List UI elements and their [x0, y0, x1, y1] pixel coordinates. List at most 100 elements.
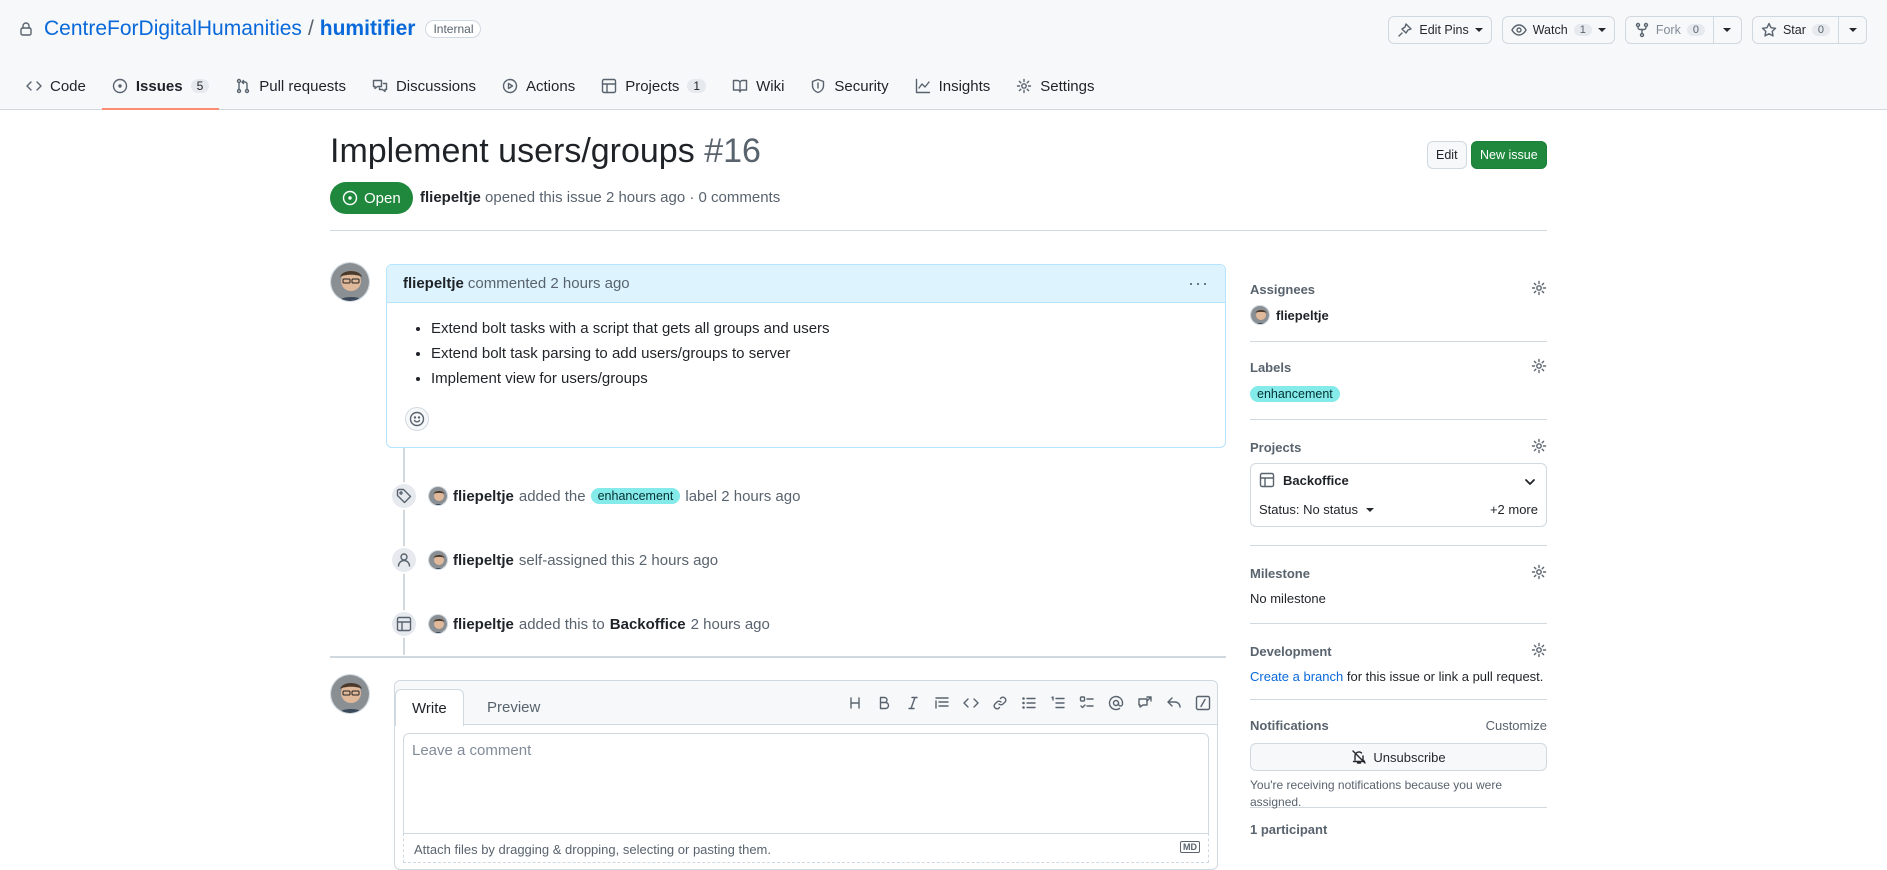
markdown-icon[interactable]: MD [1180, 841, 1200, 853]
project-status: Status: No status [1259, 502, 1358, 517]
tab-label: Pull requests [259, 77, 346, 95]
tab-actions[interactable]: Actions [492, 68, 585, 104]
timeline-badge [390, 610, 418, 638]
heading-icon[interactable] [845, 693, 865, 713]
italic-icon[interactable] [903, 693, 923, 713]
unordered-list-icon[interactable] [1019, 693, 1039, 713]
watch-count: 1 [1573, 24, 1592, 36]
tasklist-icon[interactable] [1077, 693, 1097, 713]
kebab-horizontal-icon[interactable]: ··· [1188, 273, 1209, 294]
tab-code[interactable]: Code [16, 68, 96, 104]
project-name-link[interactable]: Backoffice [1259, 472, 1538, 488]
attach-files-area[interactable]: Attach files by dragging & dropping, sel… [403, 833, 1209, 863]
graph-icon [915, 78, 931, 94]
timeline-event-labeled: fliepeltje added the enhancement label 2… [390, 482, 800, 510]
issue-author-link[interactable]: fliepeltje [420, 189, 481, 206]
assignee[interactable]: fliepeltje [1250, 305, 1547, 325]
avatar[interactable] [330, 262, 370, 302]
repo-actions: Edit Pins Watch 1 Fork 0 Star 0 [1388, 16, 1867, 44]
link-icon[interactable] [990, 693, 1010, 713]
fork-dropdown[interactable] [1712, 17, 1741, 43]
gear-icon [1016, 78, 1032, 94]
project-more-fields[interactable]: +2 more [1490, 502, 1538, 517]
avatar[interactable] [428, 614, 448, 634]
project-link[interactable]: Backoffice [610, 616, 686, 633]
pin-icon [1397, 22, 1413, 38]
new-issue-button[interactable]: New issue [1471, 141, 1547, 169]
tab-wiki[interactable]: Wiki [722, 68, 794, 104]
label-enhancement[interactable]: enhancement [1250, 386, 1340, 402]
gear-icon[interactable] [1531, 564, 1547, 580]
fork-button[interactable]: Fork 0 [1624, 16, 1742, 44]
actor-link[interactable]: fliepeltje [453, 552, 514, 569]
watch-button[interactable]: Watch 1 [1501, 16, 1615, 44]
add-reaction-button[interactable] [405, 407, 429, 431]
label-enhancement[interactable]: enhancement [590, 488, 681, 504]
ordered-list-icon[interactable] [1048, 693, 1068, 713]
edit-issue-button[interactable]: Edit [1427, 141, 1467, 169]
create-branch-link[interactable]: Create a branch [1250, 669, 1343, 684]
tab-settings[interactable]: Settings [1006, 68, 1104, 104]
issue-comment: fliepeltje commented 2 hours ago ··· Ext… [386, 264, 1226, 448]
code-icon [26, 78, 42, 94]
bold-icon[interactable] [874, 693, 894, 713]
actor-link[interactable]: fliepeltje [453, 488, 514, 505]
tab-discussions[interactable]: Discussions [362, 68, 486, 104]
avatar[interactable] [428, 486, 448, 506]
mention-icon[interactable] [1106, 693, 1126, 713]
gear-icon[interactable] [1531, 280, 1547, 296]
issue-title-text: Implement users/groups [330, 132, 695, 170]
repo-tabs: Code Issues 5 Pull requests Discussions … [16, 68, 1111, 110]
comment-author-link[interactable]: fliepeltje [403, 275, 464, 292]
tab-label: Insights [938, 77, 991, 95]
code-icon[interactable] [961, 693, 981, 713]
notification-reason: You're receiving notifications because y… [1250, 778, 1502, 809]
list-item: Extend bolt tasks with a script that get… [431, 319, 1209, 338]
tab-label: Projects [625, 77, 680, 95]
tab-label: Actions [526, 77, 576, 95]
repo-title: CentreForDigitalHumanities / humitifier … [18, 16, 482, 42]
star-dropdown[interactable] [1838, 17, 1866, 43]
unsubscribe-label: Unsubscribe [1373, 749, 1446, 765]
sidebar-projects: Projects Backoffice Status: No status +2… [1250, 420, 1547, 546]
table-icon [396, 616, 412, 632]
customize-link[interactable]: Customize [1486, 718, 1547, 733]
gear-icon[interactable] [1531, 358, 1547, 374]
cross-reference-icon[interactable] [1135, 693, 1155, 713]
star-icon [1761, 22, 1777, 38]
tab-label: Wiki [756, 77, 785, 95]
comment-time[interactable]: 2 hours ago [550, 275, 629, 292]
development-desc: for this issue or link a pull request. [1346, 669, 1544, 684]
repo-owner-link[interactable]: CentreForDigitalHumanities [44, 17, 302, 41]
event-text: added the [518, 487, 586, 505]
tab-preview[interactable]: Preview [471, 689, 556, 726]
edit-pins-button[interactable]: Edit Pins [1388, 16, 1492, 44]
gear-icon[interactable] [1531, 642, 1547, 658]
chevron-down-icon[interactable] [1522, 474, 1538, 490]
actor-link[interactable]: fliepeltje [453, 616, 514, 633]
slash-command-icon[interactable] [1193, 693, 1213, 713]
project-status-select[interactable]: Status: No status [1259, 502, 1374, 517]
star-button[interactable]: Star 0 [1751, 16, 1867, 44]
comment-header: fliepeltje commented 2 hours ago ··· [387, 265, 1225, 303]
tab-issues[interactable]: Issues 5 [101, 68, 220, 110]
reply-icon[interactable] [1164, 693, 1184, 713]
issue-number: #16 [704, 132, 761, 170]
tab-write[interactable]: Write [395, 689, 464, 726]
tab-pull-requests[interactable]: Pull requests [225, 68, 356, 104]
tab-projects[interactable]: Projects 1 [591, 68, 716, 104]
comment-textarea[interactable]: Leave a comment [403, 733, 1209, 833]
avatar [330, 674, 370, 714]
repo-name-link[interactable]: humitifier [320, 17, 416, 41]
star-count: 0 [1811, 24, 1830, 36]
book-icon [732, 78, 748, 94]
unsubscribe-button[interactable]: Unsubscribe [1250, 743, 1547, 771]
gear-icon[interactable] [1531, 438, 1547, 454]
tab-label: Settings [1040, 77, 1095, 95]
quote-icon[interactable] [932, 693, 952, 713]
divider [330, 230, 1547, 231]
comment-placeholder: Leave a comment [412, 742, 532, 759]
avatar[interactable] [428, 550, 448, 570]
tab-security[interactable]: Security [800, 68, 898, 104]
tab-insights[interactable]: Insights [905, 68, 1001, 104]
